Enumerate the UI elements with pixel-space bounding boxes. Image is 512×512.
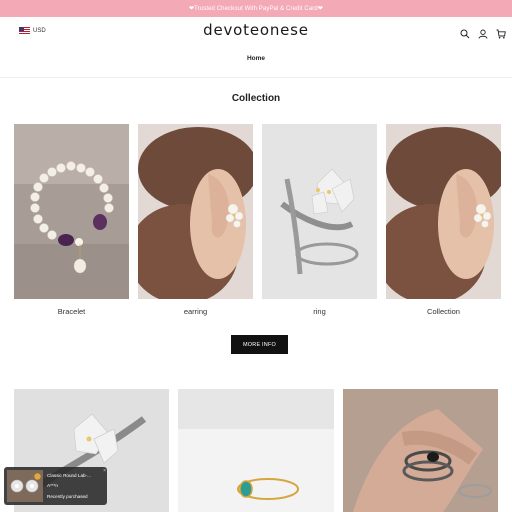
- site-header: USD devoteonese: [0, 17, 512, 47]
- announcement-text: ❤Trusted Checkout With PayPal & Credit C…: [189, 6, 323, 12]
- collection-grid: Bracelet earring ring Collection: [14, 124, 501, 316]
- popup-product-name: Classic Round Lab-...: [47, 473, 91, 479]
- product-image-stacked-rings[interactable]: [342, 389, 498, 512]
- header-icons: [460, 26, 506, 39]
- product-image-turquoise-ring[interactable]: [178, 389, 334, 512]
- ring-image[interactable]: [262, 124, 377, 299]
- collection-card-earring[interactable]: earring: [138, 124, 253, 316]
- collection-card-ring[interactable]: ring: [262, 124, 377, 316]
- collection-title: Collection: [231, 93, 281, 104]
- search-icon[interactable]: [460, 26, 470, 39]
- recent-purchase-popup[interactable]: Classic Round Lab-... A***n Recently pur…: [4, 467, 107, 505]
- collection-label-ring[interactable]: ring: [313, 307, 326, 316]
- close-icon[interactable]: ×: [103, 468, 106, 474]
- collection-label-earring[interactable]: earring: [184, 307, 207, 316]
- collection-label-bracelet[interactable]: Bracelet: [58, 307, 86, 316]
- main-nav: Home: [0, 55, 512, 62]
- collection-card-collection[interactable]: Collection: [386, 124, 501, 316]
- collection-image[interactable]: [386, 124, 501, 299]
- popup-text: Classic Round Lab-... A***n Recently pur…: [47, 473, 91, 498]
- verified-badge-icon: [34, 467, 41, 480]
- header-divider: [0, 77, 512, 78]
- site-logo[interactable]: devoteonese: [0, 21, 512, 39]
- popup-status: Recently purchased: [47, 493, 88, 499]
- cart-icon[interactable]: [496, 26, 506, 39]
- collection-label-collection[interactable]: Collection: [427, 307, 460, 316]
- bracelet-image[interactable]: [14, 124, 129, 299]
- account-icon[interactable]: [478, 26, 488, 39]
- nav-home-link[interactable]: Home: [247, 55, 265, 62]
- popup-buyer: A***n: [47, 483, 58, 489]
- collection-card-bracelet[interactable]: Bracelet: [14, 124, 129, 316]
- announcement-bar: ❤Trusted Checkout With PayPal & Credit C…: [0, 0, 512, 17]
- more-info-button[interactable]: MORE INFO: [231, 335, 288, 354]
- earring-image[interactable]: [138, 124, 253, 299]
